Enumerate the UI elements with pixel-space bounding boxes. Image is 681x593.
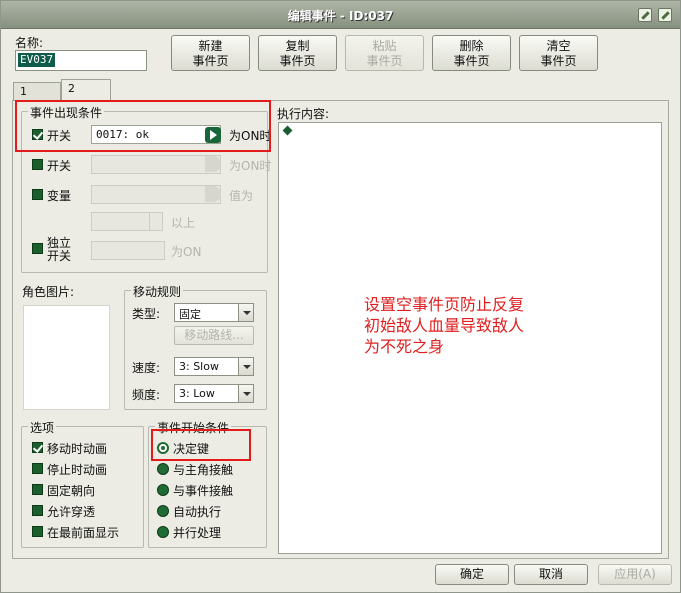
chevron-down-icon bbox=[238, 358, 253, 375]
variable-spinner bbox=[149, 212, 163, 231]
trigger-radio-parallel[interactable] bbox=[157, 526, 169, 538]
switch2-select-icon bbox=[205, 156, 221, 172]
move-type-dropdown[interactable]: 固定 bbox=[174, 303, 254, 322]
option-label: 固定朝向 bbox=[47, 484, 96, 498]
trigger-radio-player-touch[interactable] bbox=[157, 463, 169, 475]
movement-title: 移动规则 bbox=[131, 283, 184, 300]
highlight-box-condition bbox=[15, 100, 271, 152]
option-label: 允许穿透 bbox=[47, 505, 96, 519]
new-page-button[interactable]: 新建 事件页 bbox=[171, 35, 250, 71]
exec-label: 执行内容: bbox=[277, 107, 330, 121]
option-checkbox-through[interactable] bbox=[32, 505, 43, 516]
highlight-box-trigger bbox=[151, 429, 251, 461]
window-title: 编辑事件 - ID:037 bbox=[287, 9, 394, 23]
option-label: 停止时动画 bbox=[47, 463, 108, 477]
graphic-label: 角色图片: bbox=[22, 285, 75, 299]
move-type-label: 类型: bbox=[132, 307, 161, 321]
copy-page-button[interactable]: 复制 事件页 bbox=[258, 35, 337, 71]
options-title: 选项 bbox=[28, 419, 57, 436]
annotation-line3: 为不死之身 bbox=[364, 337, 445, 356]
trigger-label: 与事件接触 bbox=[173, 484, 234, 498]
command-marker-icon[interactable] bbox=[282, 125, 293, 136]
variable-field bbox=[91, 185, 221, 204]
switch2-suffix: 为ON时 bbox=[229, 159, 272, 173]
speed-dropdown[interactable]: 3: Slow bbox=[174, 357, 254, 376]
tab-page-1[interactable]: 1 bbox=[13, 82, 61, 101]
option-checkbox-step-anim[interactable] bbox=[32, 463, 43, 474]
trigger-radio-autorun[interactable] bbox=[157, 505, 169, 517]
variable-above-label: 以上 bbox=[171, 216, 196, 230]
name-label: 名称: bbox=[15, 36, 44, 50]
title-bar[interactable]: 编辑事件 - ID:037 bbox=[1, 1, 680, 29]
trigger-label: 与主角接触 bbox=[173, 463, 234, 477]
apply-button[interactable]: 应用(A) bbox=[598, 564, 672, 585]
self-switch-checkbox[interactable] bbox=[32, 243, 43, 254]
trigger-label: 自动执行 bbox=[173, 505, 222, 519]
variable-label: 变量 bbox=[47, 189, 72, 203]
self-switch-dropdown bbox=[91, 241, 165, 260]
self-switch-label: 独立 开关 bbox=[47, 236, 72, 263]
close-icon[interactable] bbox=[658, 8, 672, 22]
switch2-checkbox[interactable] bbox=[32, 159, 43, 170]
option-checkbox-walk-anim[interactable] bbox=[32, 442, 43, 453]
ok-button[interactable]: 确定 bbox=[435, 564, 509, 585]
move-route-button[interactable]: 移动路线... bbox=[174, 326, 254, 345]
tab-page-2[interactable]: 2 bbox=[61, 79, 111, 101]
speed-value: 3: Slow bbox=[179, 360, 219, 373]
switch2-field bbox=[91, 155, 221, 174]
option-label: 移动时动画 bbox=[47, 442, 108, 456]
frequency-dropdown[interactable]: 3: Low bbox=[174, 384, 254, 403]
delete-page-button[interactable]: 删除 事件页 bbox=[432, 35, 511, 71]
variable-checkbox[interactable] bbox=[32, 189, 43, 200]
chevron-down-icon bbox=[238, 304, 253, 321]
exec-content-list[interactable] bbox=[278, 122, 662, 554]
name-input[interactable]: EV037 bbox=[15, 50, 147, 71]
frequency-label: 频度: bbox=[132, 388, 161, 402]
annotation-line2: 初始敌人血量导致敌人 bbox=[364, 316, 525, 335]
option-checkbox-always-on-top[interactable] bbox=[32, 526, 43, 537]
trigger-radio-event-touch[interactable] bbox=[157, 484, 169, 496]
cancel-button[interactable]: 取消 bbox=[514, 564, 588, 585]
option-label: 在最前面显示 bbox=[47, 526, 120, 540]
speed-label: 速度: bbox=[132, 361, 161, 375]
variable-suffix: 值为 bbox=[229, 189, 254, 203]
paste-page-button[interactable]: 粘贴 事件页 bbox=[345, 35, 424, 71]
annotation-line1: 设置空事件页防止反复 bbox=[364, 295, 525, 314]
name-value: EV037 bbox=[18, 53, 56, 67]
variable-select-icon bbox=[205, 186, 221, 202]
frequency-value: 3: Low bbox=[179, 387, 215, 400]
trigger-label: 并行处理 bbox=[173, 526, 222, 540]
move-type-value: 固定 bbox=[179, 308, 201, 321]
self-switch-suffix: 为ON bbox=[171, 245, 202, 259]
clear-page-button[interactable]: 清空 事件页 bbox=[519, 35, 598, 71]
pen-icon[interactable] bbox=[638, 8, 652, 22]
switch2-label: 开关 bbox=[47, 159, 72, 173]
option-checkbox-direction-fix[interactable] bbox=[32, 484, 43, 495]
event-editor-window: 编辑事件 - ID:037 名称: EV037 新建 事件页 复制 事件页 粘贴… bbox=[0, 0, 681, 593]
chevron-down-icon bbox=[238, 385, 253, 402]
character-graphic[interactable] bbox=[23, 305, 110, 410]
